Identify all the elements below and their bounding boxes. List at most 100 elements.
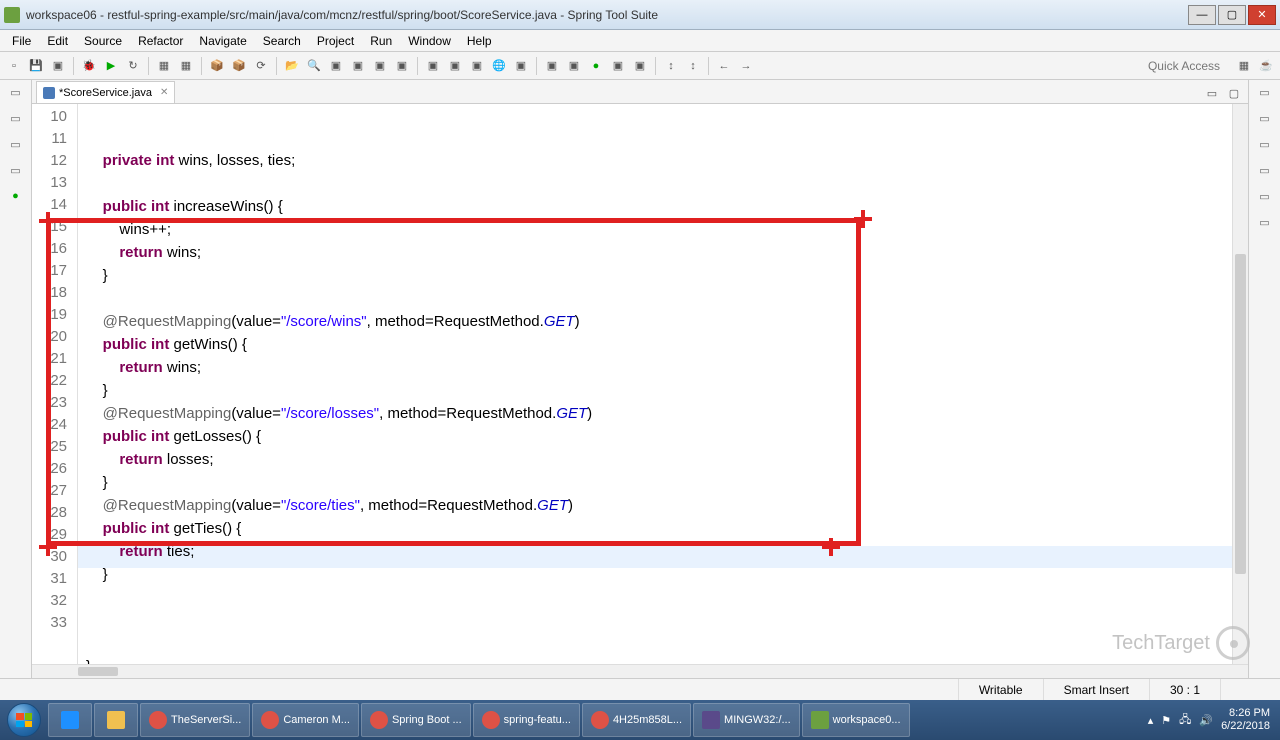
tray-chevron-icon[interactable]: ▴	[1148, 714, 1154, 727]
taskbar-mingw[interactable]: MINGW32:/...	[693, 703, 800, 737]
tool-icon[interactable]: ▣	[608, 56, 628, 76]
tool-icon[interactable]: ▣	[423, 56, 443, 76]
tool-icon[interactable]: ▣	[326, 56, 346, 76]
new-icon[interactable]: ▫	[4, 56, 24, 76]
taskbar-chrome-4[interactable]: spring-featu...	[473, 703, 580, 737]
view-icon[interactable]: ▭	[8, 136, 24, 152]
perspective-icon[interactable]: ▦	[1234, 56, 1254, 76]
view-icon[interactable]: ▭	[8, 84, 24, 100]
close-button[interactable]: ✕	[1248, 5, 1276, 25]
start-button[interactable]	[2, 702, 46, 738]
view-icon[interactable]: ▭	[8, 162, 24, 178]
menu-help[interactable]: Help	[459, 31, 500, 51]
minimize-button[interactable]: —	[1188, 5, 1216, 25]
web-icon[interactable]: 🌐	[489, 56, 509, 76]
stop-icon[interactable]: ●	[586, 56, 606, 76]
save-icon[interactable]: 💾	[26, 56, 46, 76]
menu-source[interactable]: Source	[76, 31, 130, 51]
menu-edit[interactable]: Edit	[39, 31, 76, 51]
menu-window[interactable]: Window	[400, 31, 459, 51]
tool-icon[interactable]: ▦	[154, 56, 174, 76]
hscroll-thumb[interactable]	[78, 667, 118, 676]
taskbar-chrome-3[interactable]: Spring Boot ...	[361, 703, 471, 737]
tool-icon[interactable]: ▣	[348, 56, 368, 76]
back-icon[interactable]: ←	[714, 56, 734, 76]
right-view-bar: ▭ ▭ ▭ ▭ ▭ ▭	[1248, 80, 1280, 678]
tool-icon[interactable]: ▦	[176, 56, 196, 76]
taskbar-sts[interactable]: workspace0...	[802, 703, 910, 737]
open-type-icon[interactable]: 📂	[282, 56, 302, 76]
system-tray[interactable]: ▴ ⚑ 🖧 🔊 8:26 PM 6/22/2018	[1140, 707, 1278, 733]
taskbar-chrome-2[interactable]: Cameron M...	[252, 703, 359, 737]
tool-icon[interactable]: ▣	[445, 56, 465, 76]
menu-refactor[interactable]: Refactor	[130, 31, 191, 51]
left-view-bar: ▭ ▭ ▭ ▭ ●	[0, 80, 32, 678]
tray-flag-icon[interactable]: ⚑	[1161, 714, 1171, 727]
status-cursor-position: 30 : 1	[1149, 679, 1220, 700]
nav-icon[interactable]: ↕	[661, 56, 681, 76]
run-last-icon[interactable]: ↻	[123, 56, 143, 76]
nav-icon[interactable]: ↕	[683, 56, 703, 76]
run-icon[interactable]: ▶	[101, 56, 121, 76]
view-icon[interactable]: ▭	[1257, 136, 1273, 152]
perspective-java-icon[interactable]: ☕	[1256, 56, 1276, 76]
taskbar-ie[interactable]	[48, 703, 92, 737]
forward-icon[interactable]: →	[736, 56, 756, 76]
menu-project[interactable]: Project	[309, 31, 362, 51]
annotation-corner	[39, 538, 57, 556]
menu-search[interactable]: Search	[255, 31, 309, 51]
taskbar-explorer[interactable]	[94, 703, 138, 737]
status-writable: Writable	[958, 679, 1043, 700]
tray-volume-icon[interactable]: 🔊	[1199, 714, 1213, 727]
tool-icon[interactable]: ▣	[511, 56, 531, 76]
tool-icon[interactable]: ▣	[392, 56, 412, 76]
view-icon[interactable]: ▭	[1257, 162, 1273, 178]
view-icon[interactable]: ▭	[1257, 188, 1273, 204]
search-icon[interactable]: 🔍	[304, 56, 324, 76]
vertical-scrollbar[interactable]	[1232, 104, 1248, 664]
menu-run[interactable]: Run	[362, 31, 400, 51]
tool-icon[interactable]: ▣	[542, 56, 562, 76]
tab-label: *ScoreService.java	[59, 87, 152, 99]
status-bar: Writable Smart Insert 30 : 1	[0, 678, 1280, 700]
title-bar: workspace06 - restful-spring-example/src…	[0, 0, 1280, 30]
tray-network-icon[interactable]: 🖧	[1179, 711, 1191, 730]
maximize-button[interactable]: ▢	[1218, 5, 1246, 25]
save-all-icon[interactable]: ▣	[48, 56, 68, 76]
windows-orb-icon	[7, 703, 41, 737]
tray-clock[interactable]: 8:26 PM 6/22/2018	[1221, 707, 1270, 733]
tool-icon[interactable]: ▣	[467, 56, 487, 76]
view-icon[interactable]: ▭	[1257, 214, 1273, 230]
minimize-view-icon[interactable]: ▭	[1202, 83, 1222, 103]
package-icon[interactable]: 📦	[229, 56, 249, 76]
tool-icon[interactable]: ▣	[630, 56, 650, 76]
taskbar-chrome-5[interactable]: 4H25m858L...	[582, 703, 691, 737]
view-icon[interactable]: ▭	[1257, 110, 1273, 126]
code-content[interactable]: private int wins, losses, ties; public i…	[78, 104, 1232, 664]
tool-icon[interactable]: ▣	[370, 56, 390, 76]
editor-tab[interactable]: *ScoreService.java ✕	[36, 81, 175, 103]
code-editor[interactable]: 1011121314151617181920212223242526272829…	[32, 104, 1248, 664]
scroll-thumb[interactable]	[1235, 254, 1246, 574]
main-area: ▭ ▭ ▭ ▭ ● *ScoreService.java ✕ ▭ ▢ 10111…	[0, 80, 1280, 678]
taskbar-chrome-1[interactable]: TheServerSi...	[140, 703, 250, 737]
tool-icon[interactable]: ▣	[564, 56, 584, 76]
editor-container: *ScoreService.java ✕ ▭ ▢ 101112131415161…	[32, 80, 1248, 678]
refresh-icon[interactable]: ⟳	[251, 56, 271, 76]
annotation-corner	[822, 538, 840, 556]
tab-bar: *ScoreService.java ✕ ▭ ▢	[32, 80, 1248, 104]
debug-icon[interactable]: 🐞	[79, 56, 99, 76]
package-icon[interactable]: 📦	[207, 56, 227, 76]
menu-file[interactable]: File	[4, 31, 39, 51]
quick-access[interactable]: Quick Access	[1140, 59, 1228, 73]
close-tab-icon[interactable]: ✕	[160, 87, 168, 98]
horizontal-scrollbar[interactable]	[32, 664, 1248, 678]
menu-navigate[interactable]: Navigate	[191, 31, 254, 51]
view-icon[interactable]: ▭	[8, 110, 24, 126]
status-insert-mode: Smart Insert	[1043, 679, 1149, 700]
toolbar: ▫ 💾 ▣ 🐞 ▶ ↻ ▦ ▦ 📦 📦 ⟳ 📂 🔍 ▣ ▣ ▣ ▣ ▣ ▣ ▣ …	[0, 52, 1280, 80]
maximize-view-icon[interactable]: ▢	[1224, 83, 1244, 103]
window-controls: — ▢ ✕	[1188, 5, 1276, 25]
view-icon[interactable]: ▭	[1257, 84, 1273, 100]
view-icon[interactable]: ●	[8, 188, 24, 204]
